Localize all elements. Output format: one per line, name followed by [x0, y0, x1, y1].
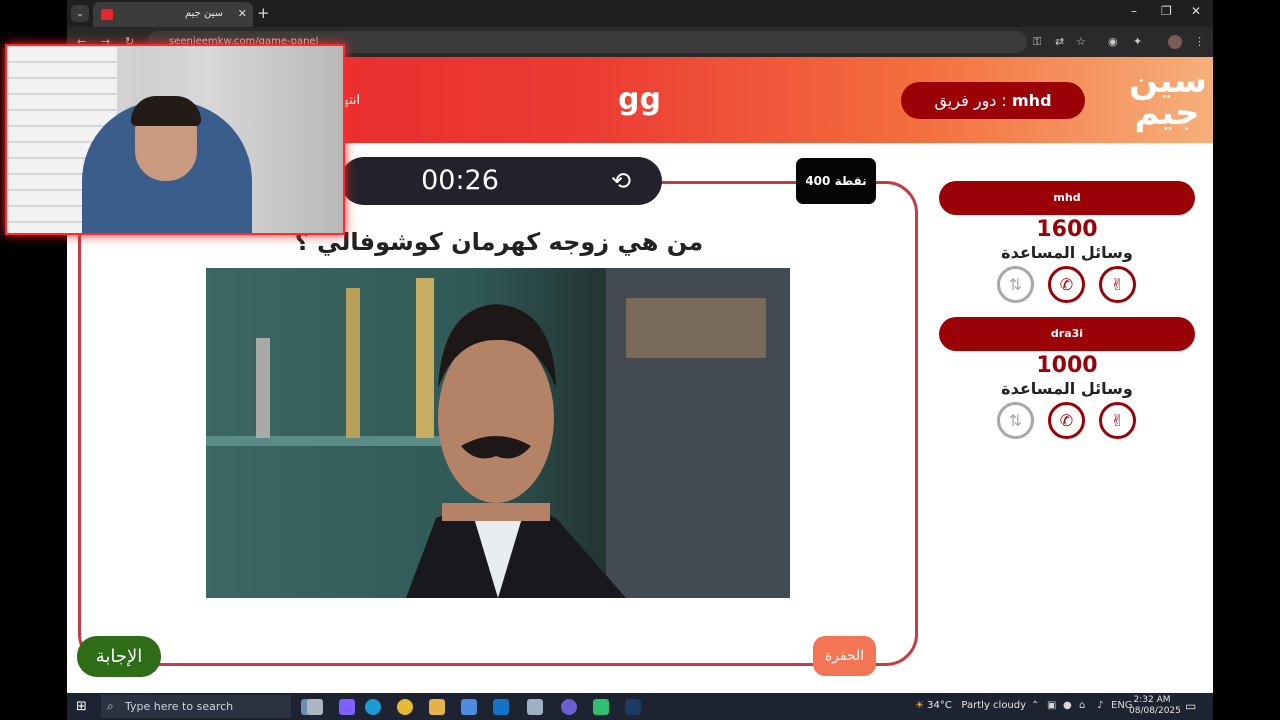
task-view-icon[interactable] — [307, 699, 323, 715]
weather-icon: ☀ — [915, 700, 924, 711]
minimize-button[interactable]: – — [1131, 4, 1137, 18]
help-tools: ✌ ✆ ⇅ — [939, 402, 1195, 442]
webcam-overlay — [5, 44, 345, 235]
tab-close-icon[interactable]: ✕ — [238, 7, 247, 20]
help-tools-label: وسائل المساعدة — [1001, 379, 1133, 398]
weather-widget[interactable]: ☀ 34°C Partly cloudy — [915, 700, 1026, 711]
team-turn-indicator: دور فريق : mhd — [901, 82, 1085, 119]
streamer-hair — [131, 96, 201, 126]
weather-condition: Partly cloudy — [961, 700, 1027, 711]
maximize-button[interactable]: ❐ — [1161, 4, 1172, 18]
edge-icon[interactable] — [365, 699, 381, 715]
close-window-button[interactable]: ✕ — [1191, 4, 1201, 18]
translate-icon[interactable]: ⇄ — [1055, 35, 1064, 48]
taskbar: ⊞ ⌕ Type here to search ☀ 34°C Partly cl… — [67, 693, 1213, 720]
tab-title: سين جيم — [184, 8, 223, 19]
seen-jeem-logo: سين جيم — [1129, 61, 1207, 133]
extensions-puzzle-icon[interactable]: ✦ — [1133, 35, 1142, 48]
volume-icon[interactable]: ♪ — [1097, 700, 1103, 711]
site-favicon-icon — [101, 9, 113, 20]
help-tools: ✌ ✆ ⇅ — [939, 266, 1195, 306]
answer-button[interactable]: الإجابة — [77, 636, 161, 677]
help-tools-label: وسائل المساعدة — [1001, 243, 1133, 262]
browser-tab[interactable]: سين جيم ✕ — [93, 2, 253, 27]
phone-call-icon[interactable]: ✆ — [1048, 402, 1085, 439]
pit-button[interactable]: الحفرة — [813, 636, 876, 676]
phone-call-icon[interactable]: ✆ — [1048, 266, 1085, 303]
swap-question-icon[interactable]: ⇅ — [997, 266, 1034, 303]
steam-icon[interactable] — [625, 699, 641, 715]
outlook-icon[interactable] — [493, 699, 509, 715]
tray-chevron-icon[interactable]: ⌃ — [1031, 700, 1039, 711]
copilot-icon[interactable] — [339, 699, 355, 715]
file-explorer-icon[interactable] — [429, 699, 445, 715]
taskbar-search[interactable]: ⌕ Type here to search — [101, 695, 291, 718]
store-icon[interactable] — [461, 699, 477, 715]
question-points-badge: 400 نقطة — [796, 158, 876, 204]
question-timer: 00:26 ⟲ — [340, 157, 662, 205]
microphone-icon[interactable]: ● — [1063, 700, 1072, 711]
turn-team-name: mhd — [1012, 91, 1052, 110]
password-key-icon[interactable]: ⚿ — [1033, 35, 1041, 49]
search-icon: ⌕ — [107, 699, 114, 713]
peace-hand-icon[interactable]: ✌ — [1099, 266, 1136, 303]
clock-date: 08/08/2025 — [1129, 706, 1181, 716]
profile-avatar[interactable] — [1168, 35, 1182, 49]
bookmark-star-icon[interactable]: ☆ — [1076, 35, 1086, 48]
portrait-image — [206, 268, 790, 598]
tab-strip: ⌄ سين جيم ✕ + – ❐ ✕ — [67, 0, 1213, 27]
app-window-icon[interactable] — [527, 699, 543, 715]
team-score: 1000 — [1036, 353, 1098, 378]
tab-search-icon[interactable]: ⌄ — [71, 5, 89, 22]
system-clock[interactable]: 2:32 AM 08/08/2025 — [1129, 695, 1181, 717]
tray-app-icon[interactable]: ▣ — [1047, 700, 1056, 711]
chrome-icon[interactable] — [397, 699, 413, 715]
extension-icon[interactable]: ◉ — [1108, 35, 1118, 48]
timer-value: 00:26 — [421, 165, 499, 196]
room-name: gg — [618, 82, 661, 117]
team-name: dra3i — [939, 317, 1195, 351]
screen: ⌄ سين جيم ✕ + – ❐ ✕ ← → ↻ seenjeemkw.com… — [0, 0, 1280, 720]
browser-menu-icon[interactable]: ⋮ — [1194, 35, 1205, 48]
search-placeholder: Type here to search — [125, 700, 234, 713]
team-panel-2: dra3i 1000 وسائل المساعدة ✌ ✆ ⇅ — [939, 317, 1195, 442]
team-score: 1600 — [1036, 217, 1098, 242]
notifications-icon[interactable]: ▭ — [1185, 699, 1196, 713]
clock-time: 2:32 AM — [1133, 695, 1171, 705]
obs-icon[interactable] — [561, 699, 577, 715]
question-image — [206, 268, 790, 598]
swap-question-icon[interactable]: ⇅ — [997, 402, 1034, 439]
network-icon[interactable]: ⌂ — [1079, 700, 1085, 711]
temperature: 34°C — [927, 700, 952, 711]
windows-start-icon[interactable]: ⊞ — [76, 699, 87, 714]
chat-app-icon[interactable] — [593, 699, 609, 715]
team-name: mhd — [939, 181, 1195, 215]
team-panel-1: mhd 1600 وسائل المساعدة ✌ ✆ ⇅ — [939, 181, 1195, 306]
peace-hand-icon[interactable]: ✌ — [1099, 402, 1136, 439]
timer-reset-icon[interactable]: ⟲ — [606, 166, 636, 196]
new-tab-button[interactable]: + — [257, 4, 270, 22]
turn-label: دور فريق : — [934, 91, 1007, 110]
